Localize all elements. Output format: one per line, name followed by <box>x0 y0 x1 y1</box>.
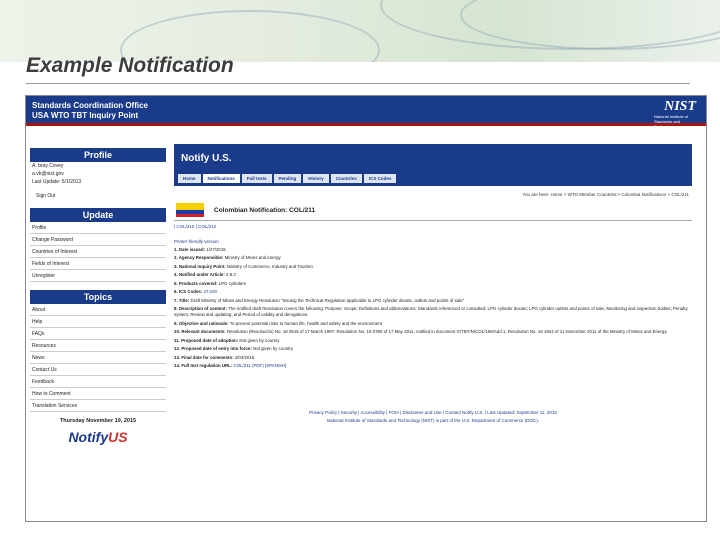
profile-name: A. bray Covey <box>32 163 64 169</box>
field-value[interactable]: 27.020 <box>202 289 217 294</box>
country-header: Colombian Notification: COL/211 <box>174 203 692 217</box>
field-row: 4. Notified under Article: 2.9.2 <box>174 272 692 278</box>
tab-history[interactable]: History <box>303 174 329 183</box>
title-rule <box>26 83 690 84</box>
field-label: 12. Proposed date of entry into force: <box>174 346 252 351</box>
field-value: Not given by country <box>238 337 280 343</box>
logo-part-b: US <box>108 429 128 445</box>
nist-logo[interactable]: NIST <box>664 99 696 115</box>
breadcrumb[interactable]: You are here: Home > WTO Member Countrie… <box>174 192 692 197</box>
field-label: 7. Title: <box>174 297 190 303</box>
nist-logo-subtitle: National Institute of Standards and Tech… <box>654 114 689 129</box>
field-label: 11. Proposed date of adoption: <box>174 337 239 343</box>
sidebar-item-contact[interactable]: Contact Us <box>30 364 166 376</box>
tab-notifications[interactable]: Notifications <box>202 174 240 183</box>
field-row: 12. Proposed date of entry into force: N… <box>174 346 692 352</box>
sidebar-item-unregister[interactable]: Unregister <box>30 270 166 282</box>
colombia-flag-icon <box>176 203 204 217</box>
current-date: Thursday November 19, 2015 <box>59 418 137 424</box>
field-row: 8. Description of content: The notified … <box>174 306 692 318</box>
sidebar-item-change-password[interactable]: Change Password <box>30 234 166 246</box>
footer-links[interactable]: Privacy Policy | Security | Accessibilit… <box>174 409 692 417</box>
field-row: 1. Date issued: 1/27/2015 <box>174 247 692 253</box>
profile-header: Profile <box>30 148 166 162</box>
field-label: 5. Products covered: <box>174 280 218 286</box>
field-row: 13. Final date for comments: 4/03/2015 <box>174 355 692 361</box>
field-label: 14. Full text regulation URL: <box>174 363 233 368</box>
field-label: 13. Final date for comments: <box>174 354 234 360</box>
field-label: 9. Objective and rationale: <box>174 320 229 326</box>
sidebar-item-help[interactable]: Help <box>30 316 166 328</box>
footer: Privacy Policy | Security | Accessibilit… <box>174 409 692 425</box>
field-label: 8. Description of content: <box>174 306 227 311</box>
tab-pending[interactable]: Pending <box>273 174 302 183</box>
field-row: 14. Full text regulation URL: COL/211 (P… <box>174 363 692 369</box>
field-value: LPG cylinders <box>217 280 246 286</box>
divider <box>174 220 692 221</box>
update-header: Update <box>30 208 166 222</box>
field-label: 3. National Inquiry Point: <box>174 263 226 269</box>
sidebar: Profile A. bray Covey a.vb@nist.gov Last… <box>30 144 166 445</box>
field-label: 4. Notified under Article: <box>174 272 225 277</box>
sidebar-item-feedback[interactable]: Feedback <box>30 376 166 388</box>
sidebar-item-profile[interactable]: Profile <box>30 222 166 234</box>
field-value: The notified draft Resolution covers the… <box>174 306 688 317</box>
sidebar-item-about[interactable]: About <box>30 304 166 316</box>
field-value: 4/03/2015 <box>233 354 255 360</box>
field-value: Not given by country <box>251 346 294 351</box>
printer-friendly-link[interactable]: Printer friendly version <box>174 239 692 244</box>
field-value: 2.9.2 <box>224 272 236 277</box>
field-row: 7. Title: Draft Ministry of Mines and En… <box>174 298 692 304</box>
notifyus-logo: NotifyUS <box>30 429 166 445</box>
prev-next-links[interactable]: | COL/210 | COL/212 <box>174 224 692 229</box>
field-value: Ministry of Mines and energy <box>223 255 281 260</box>
tab-countries[interactable]: Countries <box>330 174 362 183</box>
profile-last-update: Last Update: 5/1/2013 <box>32 179 82 185</box>
sign-out-link[interactable]: Sign Out <box>30 192 166 200</box>
sidebar-item-news[interactable]: News <box>30 352 166 364</box>
field-row: 9. Objective and rationale: To prevent p… <box>174 321 692 327</box>
field-row: 11. Proposed date of adoption: Not given… <box>174 338 692 344</box>
field-value: Ministry of Commerce, Industry and Touri… <box>225 263 313 269</box>
field-value: To prevent potential risks to human life… <box>228 320 382 326</box>
tab-ics-codes[interactable]: ICS Codes <box>363 174 397 183</box>
field-row: 10. Relevant documents: Resolution (Reso… <box>174 329 692 335</box>
field-row: 2. Agency Responsible: Ministry of Mines… <box>174 255 692 261</box>
header-line2: USA WTO TBT Inquiry Point <box>32 111 139 120</box>
field-value: 1/27/2015 <box>205 246 226 252</box>
main-content: Notify U.S. Home Notifications Full text… <box>174 144 692 425</box>
slide-title: Example Notification <box>26 54 234 77</box>
field-value: Resolution (Resolución) No. 18 0515 of 1… <box>225 329 668 334</box>
slide-banner <box>0 0 720 62</box>
field-row: 6. ICS Codes: 27.020 <box>174 289 692 295</box>
sidebar-item-fields[interactable]: Fields of Interest <box>30 258 166 270</box>
field-label: 2. Agency Responsible: <box>174 255 224 260</box>
browser-screenshot: Standards Coordination Office USA WTO TB… <box>25 95 707 522</box>
topics-header: Topics <box>30 290 166 304</box>
field-row: 5. Products covered: LPG cylinders <box>174 281 692 287</box>
profile-email: a.vb@nist.gov <box>32 171 64 177</box>
sidebar-item-faqs[interactable]: FAQs <box>30 328 166 340</box>
notifyus-banner: Notify U.S. Home Notifications Full text… <box>174 144 692 186</box>
notification-fields: 1. Date issued: 1/27/2015 2. Agency Respo… <box>174 247 692 370</box>
field-label: 6. ICS Codes: <box>174 289 203 294</box>
tab-full-texts[interactable]: Full texts <box>241 174 272 183</box>
sidebar-item-countries[interactable]: Countries of Interest <box>30 246 166 258</box>
tab-home[interactable]: Home <box>178 174 201 183</box>
field-value[interactable]: COL/211 (PDF) [SPANISH] <box>232 363 287 368</box>
field-value: Draft Ministry of Mines and Energy Resol… <box>189 297 465 303</box>
site-header: Standards Coordination Office USA WTO TB… <box>26 96 706 129</box>
logo-part-a: Notify <box>68 429 109 445</box>
field-label: 1. Date issued: <box>174 246 205 252</box>
sidebar-item-how-to-comment[interactable]: How to Comment <box>30 388 166 400</box>
notification-title: Colombian Notification: COL/211 <box>214 206 316 214</box>
field-row: 3. National Inquiry Point: Ministry of C… <box>174 264 692 270</box>
field-label: 10. Relevant documents: <box>174 329 226 334</box>
tab-bar: Home Notifications Full texts Pending Hi… <box>178 174 397 183</box>
sidebar-item-translation[interactable]: Translation Services <box>30 400 166 412</box>
header-line1: Standards Coordination Office <box>32 101 149 110</box>
page-title: Notify U.S. <box>181 153 232 164</box>
footer-note: National Institute of Standards and Tech… <box>326 418 539 423</box>
sidebar-item-resources[interactable]: Resources <box>30 340 166 352</box>
